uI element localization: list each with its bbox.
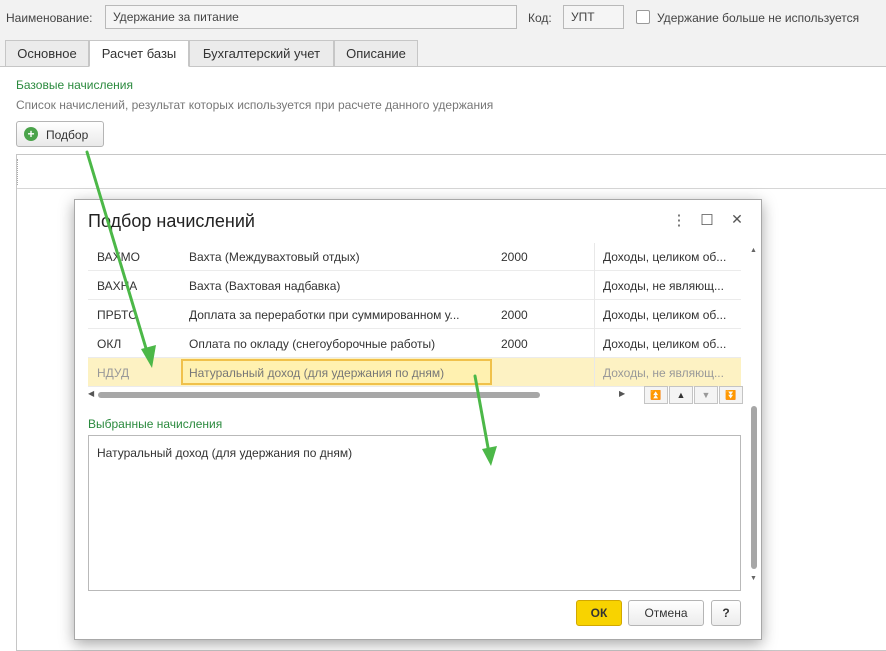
base-accruals-description: Список начислений, результат которых исп… [16, 98, 494, 112]
row-type: Доходы, не являющ... [603, 279, 724, 293]
row-name: Вахта (Вахтовая надбавка) [189, 279, 341, 293]
vertical-scrollbar[interactable]: ▲ ▼ [749, 243, 759, 589]
name-field[interactable]: Удержание за питание [105, 5, 517, 29]
row-code: ОКЛ [97, 337, 122, 351]
column-separator [17, 159, 18, 185]
column-separator [594, 329, 595, 358]
maximize-icon[interactable]: ☐ [699, 211, 715, 229]
close-icon[interactable]: ✕ [729, 211, 745, 228]
unused-checkbox-label: Удержание больше не используется [657, 11, 860, 25]
move-up-icon[interactable]: ▲ [669, 386, 693, 404]
pick-button[interactable]: + Подбор [16, 121, 104, 147]
selected-accruals-list[interactable]: Натуральный доход (для удержания по дням… [88, 435, 741, 591]
base-accruals-title: Базовые начисления [16, 78, 133, 92]
move-down-icon[interactable]: ▼ [694, 386, 718, 404]
row-type: Доходы, целиком об... [603, 308, 727, 322]
row-type: Доходы, не являющ... [603, 366, 724, 380]
dialog-title: Подбор начислений [88, 211, 255, 231]
plus-circle-icon: + [24, 127, 38, 141]
row-code: НДУД [97, 366, 130, 380]
row-name: Доплата за переработки при суммированном… [189, 308, 460, 322]
pick-button-label: Подбор [46, 128, 89, 142]
scroll-up-icon[interactable]: ▲ [750, 247, 757, 254]
tab-description[interactable]: Описание [334, 40, 418, 67]
help-button[interactable]: ? [711, 600, 741, 626]
name-label: Наименование: [6, 11, 93, 25]
scroll-left-icon[interactable]: ◀ [88, 389, 94, 398]
list-item[interactable]: ОКЛ Оплата по окладу (снегоуборочные раб… [88, 329, 741, 358]
row-type: Доходы, целиком об... [603, 250, 727, 264]
code-label: Код: [528, 11, 552, 25]
horizontal-scroll-thumb[interactable] [98, 392, 540, 398]
row-name: Вахта (Междувахтовый отдых) [189, 250, 360, 264]
cancel-button[interactable]: Отмена [628, 600, 704, 626]
row-number: 2000 [501, 337, 528, 351]
row-name-focused-cell[interactable]: Натуральный доход (для удержания по дням… [181, 359, 492, 385]
row-number: 2000 [501, 308, 528, 322]
tab-accounting[interactable]: Бухгалтерский учет [189, 40, 334, 67]
tab-base-calculation[interactable]: Расчет базы [89, 40, 189, 67]
base-accruals-table-header [17, 155, 886, 189]
tab-main[interactable]: Основное [5, 40, 89, 67]
vertical-scroll-thumb[interactable] [751, 406, 757, 569]
list-item[interactable]: ПРБТС Доплата за переработки при суммиро… [88, 300, 741, 329]
unused-checkbox[interactable] [636, 10, 650, 24]
list-item-selected[interactable]: НДУД Натуральный доход (для удержания по… [88, 358, 741, 387]
column-separator [594, 300, 595, 329]
row-code: ВАХМО [97, 250, 140, 264]
code-field[interactable]: УПТ [563, 5, 624, 29]
list-item[interactable]: ВАХМО Вахта (Междувахтовый отдых) 2000 Д… [88, 243, 741, 271]
accruals-list[interactable]: ВАХМО Вахта (Междувахтовый отдых) 2000 Д… [88, 243, 741, 407]
column-separator [594, 243, 595, 271]
horizontal-scrollbar[interactable]: ◀ ▶ [88, 387, 630, 403]
selected-item[interactable]: Натуральный доход (для удержания по дням… [97, 446, 732, 460]
move-first-icon[interactable]: ⏫ [644, 386, 668, 404]
row-number: 2000 [501, 250, 528, 264]
row-code: ВАХНА [97, 279, 138, 293]
column-separator [594, 358, 595, 387]
scroll-right-icon[interactable]: ▶ [619, 389, 625, 398]
list-item[interactable]: ВАХНА Вахта (Вахтовая надбавка) Доходы, … [88, 271, 741, 300]
row-name: Оплата по окладу (снегоуборочные работы) [189, 337, 436, 351]
pick-accruals-dialog: Подбор начислений ⋮ ☐ ✕ ВАХМО Вахта (Меж… [74, 199, 762, 640]
row-code: ПРБТС [97, 308, 137, 322]
scroll-down-icon[interactable]: ▼ [750, 575, 757, 582]
more-icon[interactable]: ⋮ [671, 211, 687, 229]
move-last-icon[interactable]: ⏬ [719, 386, 743, 404]
column-separator [594, 271, 595, 300]
ok-button[interactable]: ОК [576, 600, 622, 626]
row-type: Доходы, целиком об... [603, 337, 727, 351]
selected-accruals-title: Выбранные начисления [88, 417, 223, 431]
